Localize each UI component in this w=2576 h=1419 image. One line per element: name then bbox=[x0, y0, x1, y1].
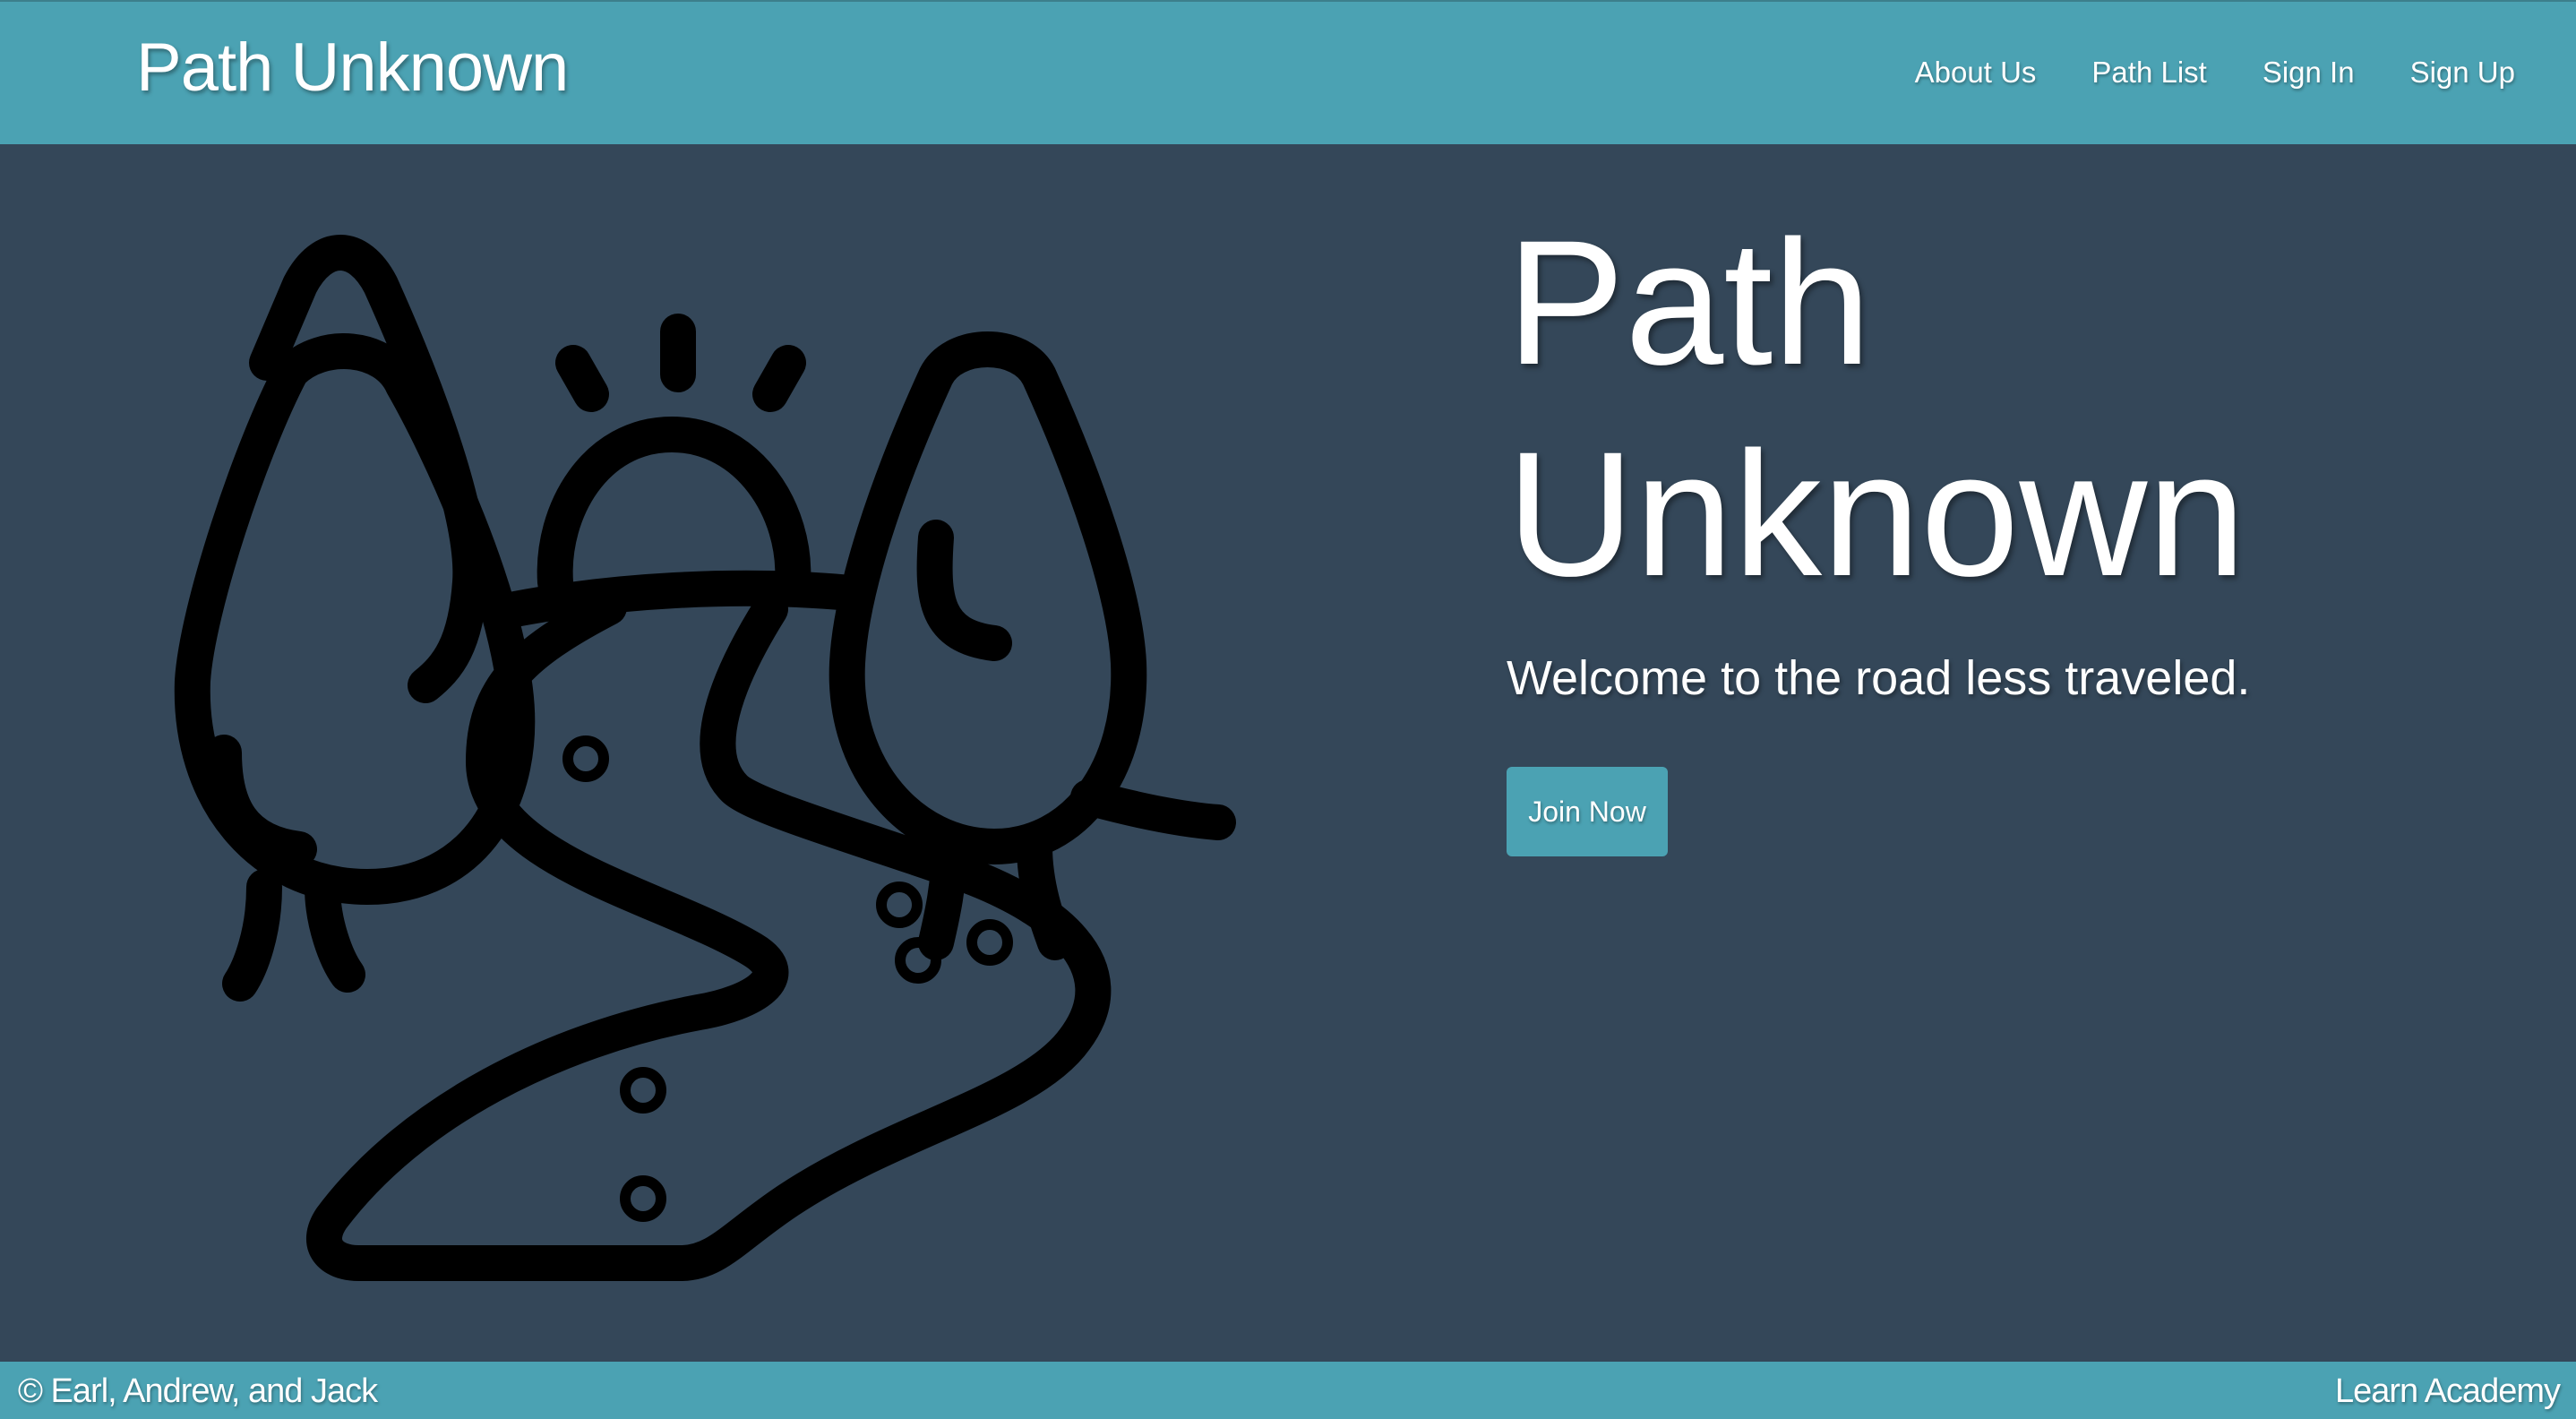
path-stone-icon bbox=[895, 937, 941, 984]
footer: © Earl, Andrew, and Jack Learn Academy bbox=[0, 1362, 2576, 1419]
front-left-tree-highlight-icon bbox=[206, 735, 317, 867]
nav-link-sign-in[interactable]: Sign In bbox=[2263, 56, 2355, 90]
landing-page: Path Unknown About Us Path List Sign In … bbox=[0, 0, 2576, 1419]
path-trees-sun-icon bbox=[174, 235, 1236, 1281]
right-tree-highlight-icon bbox=[916, 520, 1012, 661]
path-stone-icon bbox=[620, 1067, 666, 1114]
horizon-right-icon bbox=[1070, 779, 1236, 840]
hero-title: Path Unknown bbox=[1507, 197, 2537, 620]
path-stone-icon bbox=[876, 882, 923, 928]
right-tree-icon bbox=[829, 331, 1147, 864]
sun-ray-left-icon bbox=[555, 345, 609, 412]
hero-title-line1: Path bbox=[1507, 203, 1872, 401]
nav-link-path-list[interactable]: Path List bbox=[2091, 56, 2206, 90]
sun-ray-right-icon bbox=[752, 345, 806, 412]
brand-logo-link[interactable]: Path Unknown bbox=[136, 29, 569, 107]
nav-link-about-us[interactable]: About Us bbox=[1915, 56, 2037, 90]
front-left-tree-root-left-icon bbox=[222, 869, 282, 1002]
navbar: Path Unknown About Us Path List Sign In … bbox=[0, 0, 2576, 144]
hero-subtitle: Welcome to the road less traveled. bbox=[1507, 651, 2251, 705]
join-now-button[interactable]: Join Now bbox=[1507, 767, 1668, 856]
nav-link-sign-up[interactable]: Sign Up bbox=[2410, 56, 2515, 90]
sun-icon bbox=[537, 417, 811, 600]
nav-links: About Us Path List Sign In Sign Up bbox=[1915, 56, 2515, 90]
path-stone-icon bbox=[966, 919, 1013, 966]
footer-copyright: © Earl, Andrew, and Jack bbox=[18, 1372, 378, 1410]
path-stone-icon bbox=[620, 1175, 666, 1222]
path-stone-icon bbox=[562, 735, 609, 782]
hero: Path Unknown Welcome to the road less tr… bbox=[1507, 197, 2537, 856]
hero-title-line2: Unknown bbox=[1507, 415, 2246, 613]
footer-learn-academy: Learn Academy bbox=[2334, 1372, 2561, 1410]
